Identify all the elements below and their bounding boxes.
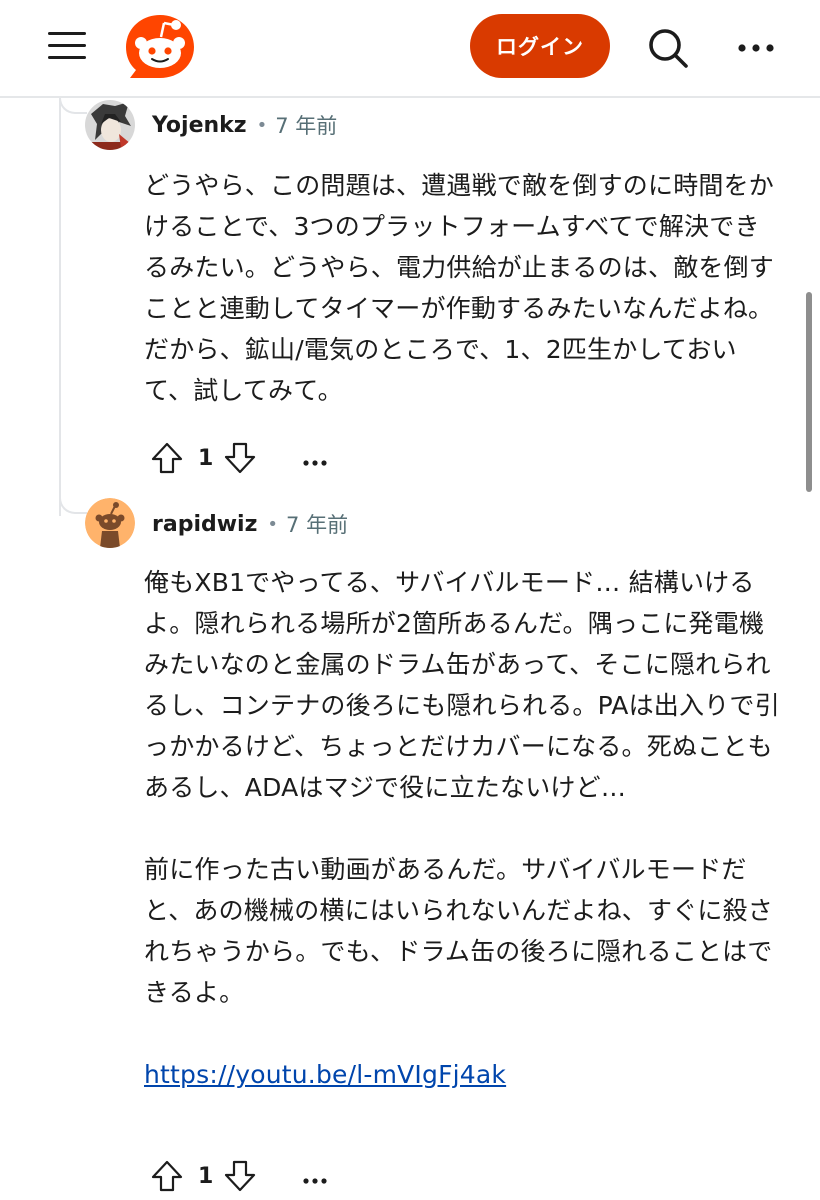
avatar[interactable] xyxy=(85,498,135,548)
comment-paragraph: どうやら、この問題は、遭遇戦で敵を倒すのに時間をかけることで、3つのプラットフォ… xyxy=(144,171,775,405)
comment-body: どうやら、この問題は、遭遇戦で敵を倒すのに時間をかけることで、3つのプラットフォ… xyxy=(144,165,784,411)
comment-meta: rapidwiz • 7 年前 xyxy=(152,504,348,544)
avatar[interactable] xyxy=(85,100,135,150)
youtube-link[interactable]: https://youtu.be/l-mVIgFj4ak xyxy=(144,1060,506,1089)
downvote-icon[interactable] xyxy=(223,1159,257,1193)
downvote-icon[interactable] xyxy=(223,441,257,475)
hamburger-menu-icon[interactable] xyxy=(40,26,96,66)
meta-separator: • xyxy=(267,513,279,535)
upvote-icon[interactable] xyxy=(150,441,184,475)
timestamp: 7 年前 xyxy=(286,513,349,537)
thread-branch xyxy=(59,96,87,114)
login-button[interactable]: ログイン xyxy=(470,14,610,78)
scrollbar[interactable] xyxy=(806,292,812,492)
comment-actions: 1 xyxy=(150,1156,331,1196)
username[interactable]: Yojenkz xyxy=(152,113,247,138)
comment-paragraph: 前に作った古い動画があるんだ。サバイバルモードだと、あの機械の横にはいられないん… xyxy=(144,855,774,1007)
comment-actions: 1 xyxy=(150,438,331,478)
comment-paragraph: 俺もXB1でやってる、サバイバルモード… 結構いけるよ。隠れられる場所が2箇所あ… xyxy=(144,568,780,802)
meta-separator: • xyxy=(256,114,268,136)
username[interactable]: rapidwiz xyxy=(152,512,257,537)
vote-score: 1 xyxy=(198,445,214,471)
comment-more-icon[interactable] xyxy=(301,453,331,466)
timestamp: 7 年前 xyxy=(275,114,338,138)
reddit-logo-icon[interactable] xyxy=(124,13,196,81)
upvote-icon[interactable] xyxy=(150,1159,184,1193)
comment-more-icon[interactable] xyxy=(301,1171,331,1184)
search-icon[interactable] xyxy=(644,24,692,72)
thread-branch xyxy=(59,494,87,514)
comment-body: 俺もXB1でやってる、サバイバルモード… 結構いけるよ。隠れられる場所が2箇所あ… xyxy=(144,562,784,1095)
vote-score: 1 xyxy=(198,1163,214,1189)
more-horizontal-icon[interactable] xyxy=(732,30,780,66)
comment-meta: Yojenkz • 7 年前 xyxy=(152,105,337,145)
top-app-bar: ログイン xyxy=(0,0,820,98)
thread-line xyxy=(59,96,61,516)
comment-link-row: https://youtu.be/l-mVIgFj4ak xyxy=(144,1054,784,1095)
